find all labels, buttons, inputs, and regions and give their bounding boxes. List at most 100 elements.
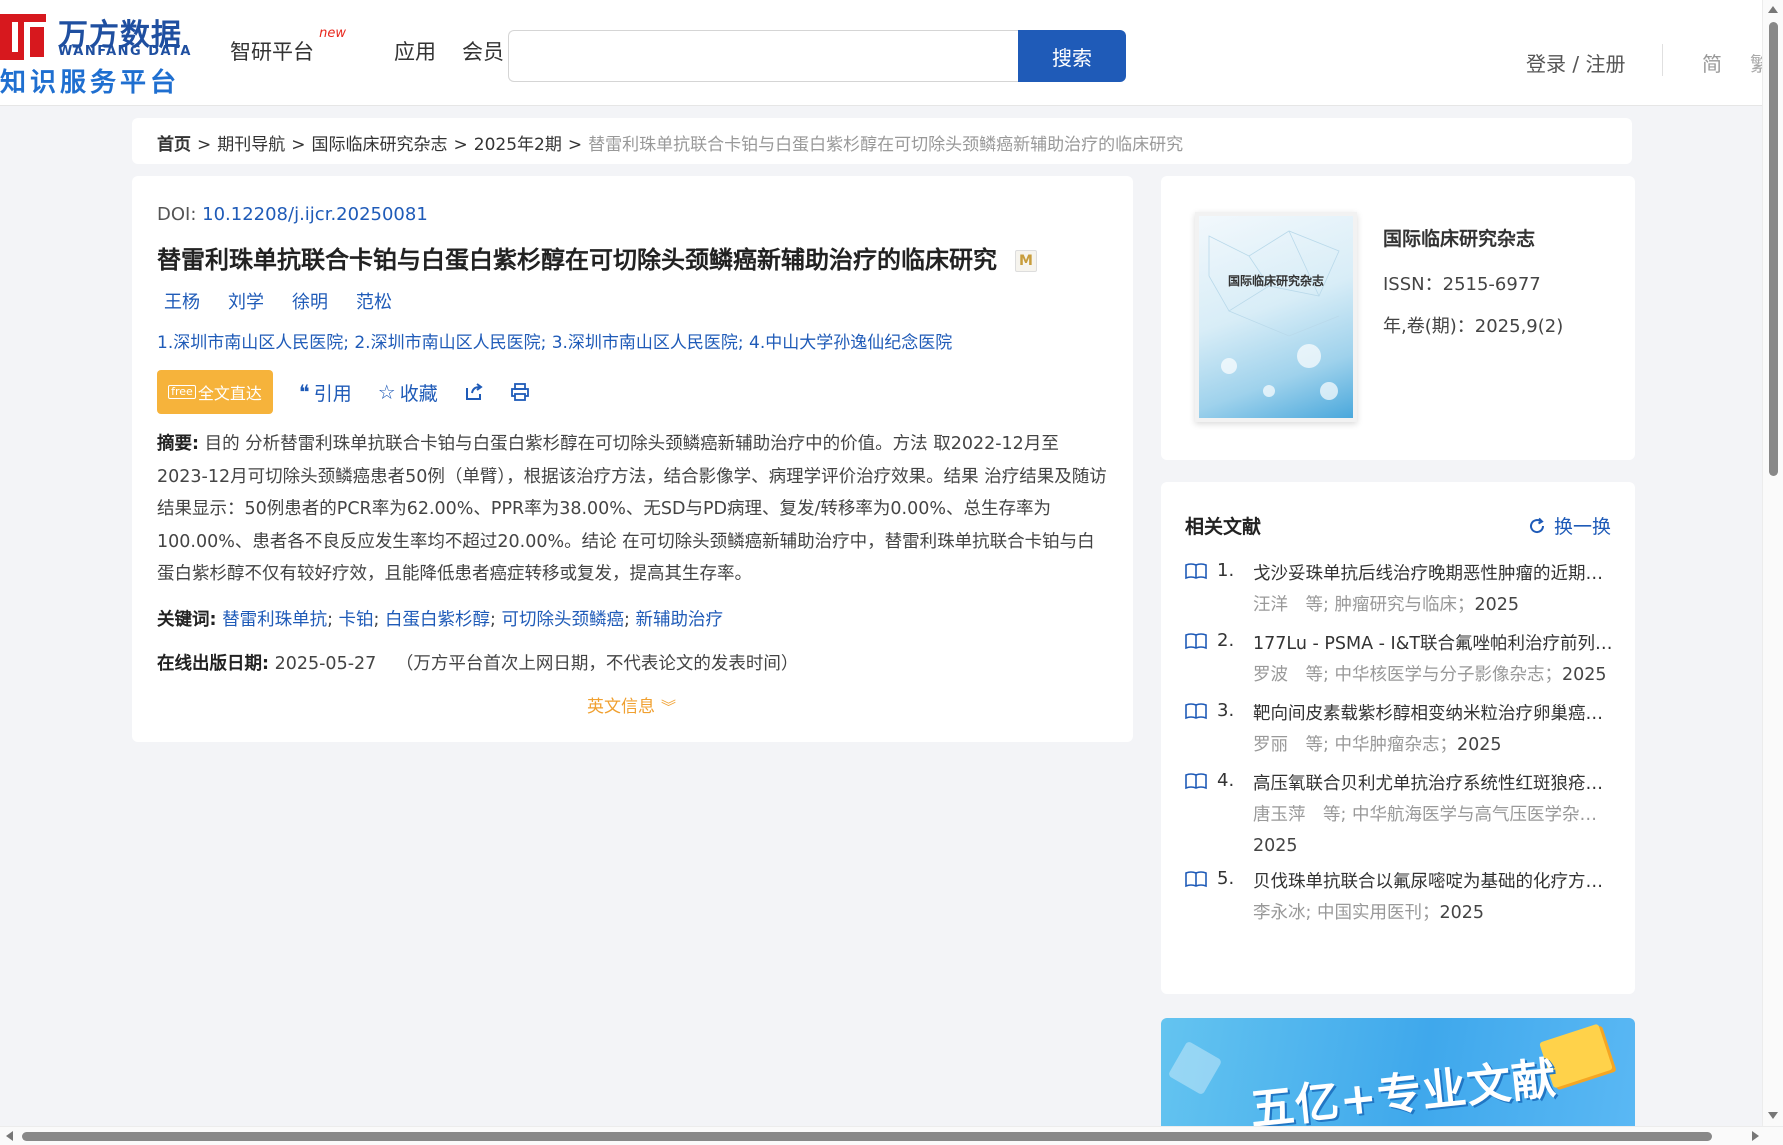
nav-item-apps[interactable]: 应用: [394, 36, 436, 66]
item-year: 2025: [1456, 735, 1502, 755]
banner-headline: 五亿+专业文献: [1247, 1053, 1560, 1130]
fulltext-button[interactable]: free 全文直达: [157, 370, 273, 414]
search-button[interactable]: 搜索: [1018, 30, 1126, 82]
publish-date: 在线出版日期: 2025-05-27 （万方平台首次上网日期，不代表论文的发表时…: [157, 650, 798, 675]
vertical-scrollbar[interactable]: [1762, 0, 1783, 1126]
related-item-title[interactable]: 177Lu - PSMA - I&T联合氟唑帕利治疗前列腺癌: [1253, 630, 1613, 658]
related-item-title[interactable]: 高压氧联合贝利尤单抗治疗系统性红斑狼疮的临床研究: [1253, 770, 1613, 798]
related-item-title[interactable]: 贝伐珠单抗联合以氟尿嘧啶为基础的化疗方案的疗效: [1253, 868, 1613, 896]
favorite-button[interactable]: ☆ 收藏: [378, 379, 438, 406]
english-info-label: 英文信息: [587, 697, 655, 717]
abstract-label: 摘要:: [157, 434, 199, 454]
nav-item-zhiyan[interactable]: 智研平台 new: [230, 26, 346, 66]
action-bar: free 全文直达 ❝ 引用 ☆ 收藏: [157, 370, 530, 414]
cite-button[interactable]: ❝ 引用: [299, 379, 352, 406]
breadcrumb-issue[interactable]: 2025年2期: [474, 135, 562, 155]
horizontal-scrollbar[interactable]: [0, 1126, 1783, 1145]
search-input[interactable]: [509, 31, 1018, 81]
scroll-left-arrow-icon[interactable]: [6, 1131, 13, 1141]
decorative-shape: [1167, 1040, 1223, 1096]
keywords: 关键词: 替雷利珠单抗; 卡铂; 白蛋白紫杉醇; 可切除头颈鳞癌; 新辅助治疗: [157, 610, 723, 630]
nav-item-membership[interactable]: 会员: [462, 36, 504, 66]
item-year: 2025: [1439, 903, 1485, 923]
article-title: 替雷利珠单抗联合卡铂与白蛋白紫杉醇在可切除头颈鳞癌新辅助治疗的临床研究 M: [157, 240, 1037, 275]
logo-subtitle: 知识服务平台: [0, 68, 181, 98]
pubdate-value: 2025-05-27: [274, 654, 377, 674]
related-title: 相关文献: [1185, 516, 1262, 538]
star-icon: ☆: [377, 380, 396, 404]
author-link[interactable]: 徐明: [292, 288, 328, 314]
scroll-down-arrow-icon[interactable]: [1768, 1112, 1778, 1119]
breadcrumb-separator: >: [567, 135, 583, 155]
item-meta-text: 唐玉萍 等; 中华航海医学与高气压医学杂志；: [1253, 805, 1613, 825]
lang-traditional-button[interactable]: 繁: [1750, 48, 1762, 77]
journal-card: 国际临床研究杂志 国际临床研究杂志 ISSN：2515-6977 年,卷(期)：…: [1161, 176, 1635, 460]
item-number: 5.: [1217, 868, 1235, 889]
related-item-meta: 李永冰; 中国实用医刊；2025: [1253, 896, 1623, 930]
top-header: 万方数据 WANFANG DATA 知识服务平台 智研平台 new 应用 会员 …: [0, 0, 1762, 106]
breadcrumb-separator: >: [197, 135, 212, 155]
print-icon: [510, 383, 529, 401]
vertical-scroll-thumb[interactable]: [1769, 22, 1778, 476]
lang-simplified-button[interactable]: 简: [1702, 48, 1722, 77]
abstract-text: 目的 分析替雷利珠单抗联合卡铂与白蛋白紫杉醇在可切除头颈鳞癌新辅助治疗中的价值。…: [157, 434, 1107, 584]
item-year: 2025: [1474, 595, 1520, 615]
fulltext-label: 全文直达: [197, 384, 262, 403]
list-item: 2. 177Lu - PSMA - I&T联合氟唑帕利治疗前列腺癌 罗波 等; …: [1183, 630, 1623, 692]
related-item-title[interactable]: 戈沙妥珠单抗后线治疗晚期恶性肿瘤的近期疗效及安全性: [1253, 560, 1613, 588]
author-link[interactable]: 刘学: [228, 288, 264, 314]
refresh-label: 换一换: [1553, 516, 1611, 538]
book-icon: [1185, 633, 1207, 650]
abstract: 摘要: 目的 分析替雷利珠单抗联合卡铂与白蛋白紫杉醇在可切除头颈鳞癌新辅助治疗中…: [157, 428, 1107, 591]
doi-line: DOI: 10.12208/j.ijcr.20250081: [157, 204, 428, 225]
item-meta-text: 罗波 等; 中华核医学与分子影像杂志；: [1253, 665, 1562, 685]
share-button[interactable]: [464, 382, 484, 402]
item-meta-text: 李永冰; 中国实用医刊；: [1253, 903, 1440, 923]
promo-banner[interactable]: 五亿+专业文献: [1161, 1018, 1635, 1130]
keyword-link[interactable]: 白蛋白紫杉醇: [385, 610, 490, 630]
search-box: [508, 30, 1018, 82]
main-nav: 智研平台 new 应用 会员: [230, 26, 504, 66]
horizontal-scroll-thumb[interactable]: [22, 1132, 1712, 1141]
english-info-toggle[interactable]: 英文信息 ︾: [587, 692, 676, 717]
item-number: 2.: [1217, 630, 1235, 651]
list-item: 1. 戈沙妥珠单抗后线治疗晚期恶性肿瘤的近期疗效及安全性 汪洋 等; 肿瘤研究与…: [1183, 560, 1623, 622]
wanfang-logo[interactable]: 万方数据 WANFANG DATA 知识服务平台: [0, 10, 200, 98]
item-year: 2025: [1561, 665, 1607, 685]
scroll-up-arrow-icon[interactable]: [1768, 6, 1778, 13]
related-list: 1. 戈沙妥珠单抗后线治疗晚期恶性肿瘤的近期疗效及安全性 汪洋 等; 肿瘤研究与…: [1183, 560, 1623, 938]
book-icon: [1185, 871, 1207, 888]
cover-title: 国际临床研究杂志: [1227, 274, 1324, 288]
breadcrumb: 首页 > 期刊导航 > 国际临床研究杂志 >2025年2期 > 替雷利珠单抗联合卡铂与白蛋白紫…: [132, 118, 1632, 164]
keyword-link[interactable]: 替雷利珠单抗: [222, 610, 327, 630]
book-icon: [1185, 773, 1207, 790]
logo-english-name: WANFANG DATA: [58, 44, 192, 59]
refresh-button[interactable]: 换一换: [1528, 512, 1611, 539]
breadcrumb-journal[interactable]: 国际临床研究杂志: [312, 135, 448, 155]
share-icon: [465, 383, 483, 400]
journal-name[interactable]: 国际临床研究杂志: [1383, 224, 1535, 251]
scroll-right-arrow-icon[interactable]: [1752, 1131, 1759, 1141]
keyword-link[interactable]: 新辅助治疗: [635, 610, 723, 630]
print-button[interactable]: [510, 382, 530, 402]
keyword-link[interactable]: 可切除头颈鳞癌: [501, 610, 624, 630]
related-item-meta: 罗丽 等; 中华肿瘤杂志；2025: [1253, 728, 1623, 762]
breadcrumb-journal-nav[interactable]: 期刊导航: [217, 135, 285, 155]
divider: [1662, 44, 1663, 76]
refresh-icon: [1530, 517, 1544, 533]
item-number: 1.: [1217, 560, 1235, 581]
keyword-link[interactable]: 卡铂: [339, 610, 374, 630]
journal-cover[interactable]: 国际临床研究杂志: [1195, 212, 1357, 422]
related-item-title[interactable]: 靶向间皮素载紫杉醇相变纳米粒治疗卵巢癌的实验研究: [1253, 700, 1613, 728]
affiliations[interactable]: 1.深圳市南山区人民医院; 2.深圳市南山区人民医院; 3.深圳市南山区人民医院…: [157, 328, 952, 353]
item-number: 3.: [1217, 700, 1235, 721]
login-register-link[interactable]: 登录 / 注册: [1526, 48, 1625, 77]
author-link[interactable]: 王杨: [164, 288, 200, 314]
doi-link[interactable]: 10.12208/j.ijcr.20250081: [202, 204, 428, 225]
item-meta-text: 汪洋 等; 肿瘤研究与临床；: [1253, 595, 1475, 615]
author-link[interactable]: 范松: [356, 288, 392, 314]
m-badge-icon[interactable]: M: [1015, 250, 1037, 272]
breadcrumb-home[interactable]: 首页: [157, 135, 191, 155]
related-item-meta: 汪洋 等; 肿瘤研究与临床；2025: [1253, 588, 1623, 622]
article-card: DOI: 10.12208/j.ijcr.20250081 替雷利珠单抗联合卡铂…: [132, 176, 1133, 742]
